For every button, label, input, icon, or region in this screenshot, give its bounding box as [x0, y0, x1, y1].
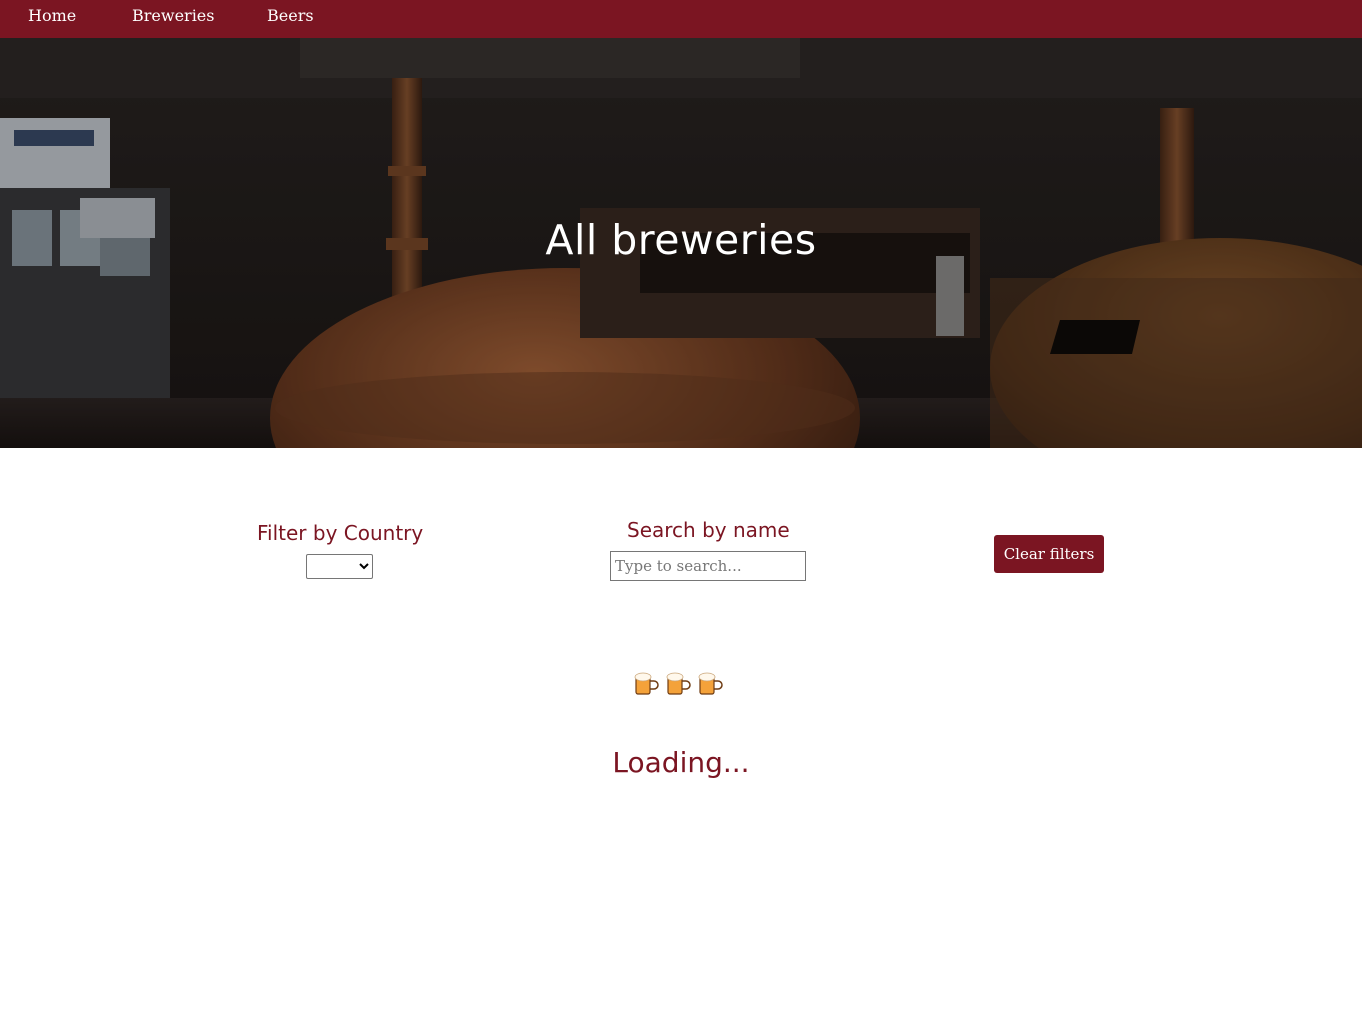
- nav-home-link[interactable]: Home: [28, 6, 76, 25]
- page-title: All breweries: [545, 216, 817, 264]
- nav-beers-link[interactable]: Beers: [267, 6, 314, 25]
- nav-breweries-link[interactable]: Breweries: [132, 6, 214, 25]
- top-navbar: Home Breweries Beers: [0, 0, 1362, 38]
- beer-mug-icon: [666, 672, 691, 695]
- loading-text: Loading...: [612, 746, 750, 779]
- hero-banner: All breweries: [0, 38, 1362, 448]
- country-filter-label: Filter by Country: [257, 521, 424, 545]
- loading-icon-group: [632, 670, 730, 698]
- country-select[interactable]: [306, 554, 373, 579]
- clear-filters-button[interactable]: Clear filters: [994, 535, 1104, 573]
- search-input[interactable]: [610, 551, 806, 581]
- beer-mug-icon: [698, 672, 723, 695]
- beer-mug-icon: [634, 672, 659, 695]
- search-label: Search by name: [627, 518, 790, 542]
